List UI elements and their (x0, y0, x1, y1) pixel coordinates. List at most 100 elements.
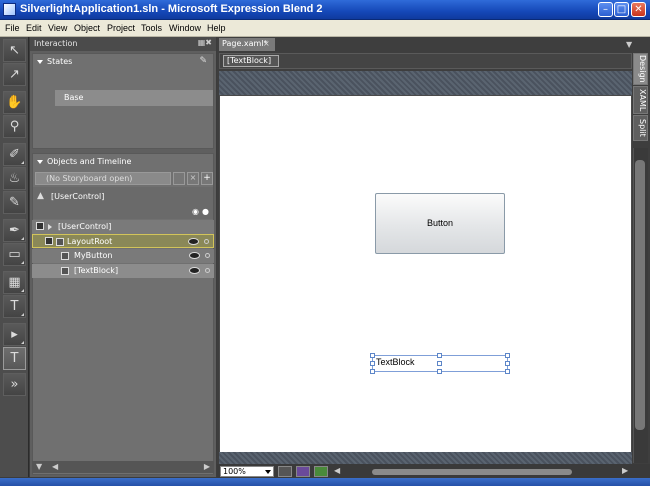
interaction-panel-title: Interaction (34, 39, 78, 48)
paint-bucket-tool-icon[interactable]: ♨ (3, 167, 26, 190)
resize-handle[interactable] (505, 369, 510, 374)
textblock-tool-icon[interactable]: T (3, 347, 26, 370)
menu-project[interactable]: Project (107, 23, 135, 33)
new-storyboard-icon[interactable]: + (201, 172, 213, 185)
menu-help[interactable]: Help (207, 23, 226, 33)
scroll-left-icon[interactable]: ◀ (334, 466, 340, 475)
menu-file[interactable]: File (5, 23, 20, 33)
timeline-scrollbar[interactable]: ▼ ◀ ▶ (32, 461, 214, 473)
zoom-tool-icon[interactable]: ⚲ (3, 115, 26, 138)
artboard[interactable] (220, 96, 631, 452)
storyboard-options-icon[interactable] (173, 172, 185, 185)
objects-timeline-header[interactable]: Objects and Timeline (37, 157, 131, 166)
scroll-right-icon[interactable]: ▶ (204, 462, 210, 471)
menu-tools[interactable]: Tools (141, 23, 162, 33)
scope-up-icon[interactable]: ▲ (37, 191, 44, 201)
grid-icon (56, 238, 64, 246)
expand-toggle-icon[interactable] (45, 237, 53, 245)
state-base[interactable]: Base (55, 90, 213, 106)
tab-xaml[interactable]: XAML (633, 86, 648, 114)
artboard-margin-bottom (219, 452, 632, 464)
resize-handle[interactable] (370, 353, 375, 358)
text-tool-icon[interactable]: T (3, 295, 26, 318)
resize-handle[interactable] (505, 353, 510, 358)
window-title: SilverlightApplication1.sln - Microsoft … (20, 3, 323, 15)
chevron-down-icon (265, 470, 271, 474)
tab-design[interactable]: Design (633, 53, 648, 85)
menu-view[interactable]: View (48, 23, 67, 33)
pan-tool-icon[interactable]: ✋ (3, 91, 26, 114)
states-header[interactable]: States (37, 57, 72, 66)
menu-bar: File Edit View Object Project Tools Wind… (0, 20, 650, 37)
resize-handle[interactable] (437, 369, 442, 374)
tab-menu-icon[interactable]: ▼ (626, 40, 632, 49)
visibility-eye-icon[interactable] (189, 267, 200, 274)
interaction-panel-header: Interaction ▦✖ (30, 37, 216, 51)
resize-handle[interactable] (505, 361, 510, 366)
lock-toggle-icon[interactable] (204, 239, 209, 244)
tree-row-layoutroot[interactable]: LayoutRoot (32, 234, 214, 248)
artboard-margin-top (219, 71, 632, 95)
view-tabs: Design XAML Split (633, 53, 648, 143)
scope-label: [UserControl] (51, 192, 105, 201)
app-icon (3, 3, 16, 16)
breadcrumb-bar (219, 53, 632, 69)
horizontal-scroll-thumb[interactable] (372, 469, 572, 475)
tab-split[interactable]: Split (633, 115, 648, 141)
scroll-right-icon[interactable]: ▶ (622, 466, 628, 475)
collapse-arrow-icon (37, 59, 43, 64)
close-tab-icon[interactable]: × (263, 39, 270, 48)
add-state-group-icon[interactable]: ✎ (199, 56, 207, 66)
objects-timeline-section: Objects and Timeline (No Storyboard open… (32, 153, 214, 475)
visibility-eye-icon[interactable] (188, 238, 199, 245)
resize-handle[interactable] (370, 369, 375, 374)
control-tool-icon[interactable]: ▸ (3, 323, 26, 346)
eyedropper-tool-icon[interactable]: ✐ (3, 143, 26, 166)
panel-pin-icon[interactable]: ▦✖ (198, 38, 212, 47)
tree-row-mybutton[interactable]: MyButton (32, 249, 214, 263)
lock-toggle-icon[interactable] (205, 253, 210, 258)
visibility-eye-icon[interactable] (189, 252, 200, 259)
zoom-combo[interactable]: 100% (220, 466, 274, 477)
show-grid-icon[interactable] (278, 466, 292, 477)
lock-toggle-icon[interactable] (205, 268, 210, 273)
vertical-scroll-thumb[interactable] (635, 160, 645, 430)
resize-handle[interactable] (437, 353, 442, 358)
toolbox: ↖ ↗ ✋ ⚲ ✐ ♨ ✎ ✒ ▭ ▦ T ▸ T » (0, 37, 29, 477)
storyboard-picker[interactable]: (No Storyboard open) (35, 172, 171, 185)
selection-tool-icon[interactable]: ↖ (3, 39, 26, 62)
show-all-eye-icon[interactable]: ◉ (192, 207, 199, 216)
interaction-panel: Interaction ▦✖ States ✎ Base Objects and… (30, 37, 216, 477)
lock-all-icon[interactable]: ● (202, 207, 209, 216)
rectangle-tool-icon[interactable]: ▭ (3, 243, 26, 266)
textblock-icon (61, 267, 69, 275)
breadcrumb[interactable]: [TextBlock] (223, 55, 279, 67)
menu-edit[interactable]: Edit (26, 23, 42, 33)
grid-layout-tool-icon[interactable]: ▦ (3, 271, 26, 294)
brush-transform-tool-icon[interactable]: ✎ (3, 191, 26, 214)
states-section: States ✎ Base (32, 53, 214, 149)
direct-selection-tool-icon[interactable]: ↗ (3, 63, 26, 86)
tree-row-textblock[interactable]: [TextBlock] (32, 264, 214, 278)
resize-handle[interactable] (370, 361, 375, 366)
pen-tool-icon[interactable]: ✒ (3, 219, 26, 242)
close-button[interactable]: ✕ (631, 2, 646, 17)
asset-library-icon[interactable]: » (3, 373, 26, 396)
tree-row-usercontrol[interactable]: [UserControl] (32, 220, 214, 234)
collapse-arrow-icon (37, 159, 43, 164)
snap-to-snaplines-icon[interactable] (314, 466, 328, 477)
scope-area: ▲ [UserControl] ◉ ● (33, 187, 213, 219)
timeline-add-icon[interactable]: ▼ (36, 462, 42, 471)
menu-window[interactable]: Window (169, 23, 201, 33)
snap-to-grid-icon[interactable] (296, 466, 310, 477)
resize-handle[interactable] (437, 361, 442, 366)
button-icon (61, 252, 69, 260)
minimize-button[interactable]: – (598, 2, 613, 17)
close-storyboard-icon[interactable]: × (187, 172, 199, 185)
title-bar[interactable]: SilverlightApplication1.sln - Microsoft … (0, 0, 650, 20)
scroll-left-icon[interactable]: ◀ (52, 462, 58, 471)
expand-toggle-icon[interactable] (36, 222, 44, 230)
design-button[interactable]: Button (375, 193, 505, 254)
menu-object[interactable]: Object (74, 23, 100, 33)
maximize-button[interactable]: □ (614, 2, 629, 17)
